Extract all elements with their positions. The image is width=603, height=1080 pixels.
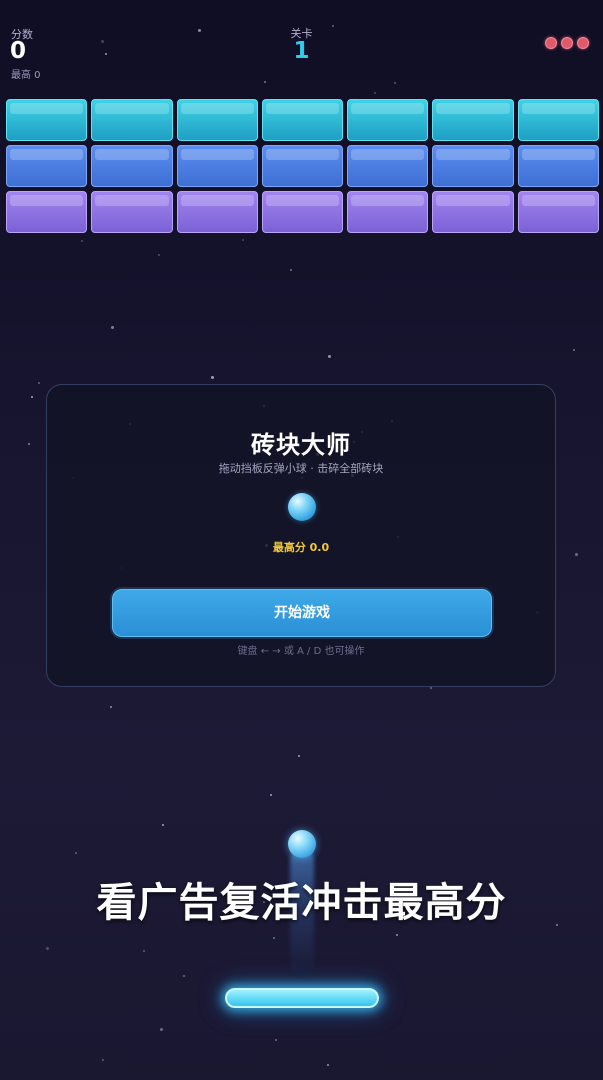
star [394,82,396,84]
star [430,687,432,689]
star [275,1039,277,1041]
brick-row [6,191,599,233]
brick [432,145,514,187]
brick-row [6,145,599,187]
star [374,92,376,94]
star [38,382,40,384]
start-dialog: 砖块大师 拖动挡板反弹小球 · 击碎全部砖块 最高分 0.0 开始游戏 键盘 ←… [46,384,556,687]
life-icon [577,37,589,49]
game-subtitle: 拖动挡板反弹小球 · 击碎全部砖块 [218,462,384,475]
paddle[interactable] [225,988,379,1008]
keyboard-hint: 键盘 ← → 或 A / D 也可操作 [237,646,365,657]
star [273,937,275,939]
star [211,376,214,379]
best-score-label: 最高 0 [11,70,41,81]
star [75,852,77,854]
star [31,396,33,398]
brick [347,145,429,187]
start-game-button[interactable]: 开始游戏 [112,589,492,637]
brick [432,191,514,233]
star [270,794,272,796]
brick [91,191,173,233]
brick [347,191,429,233]
star [158,254,160,256]
game-title: 砖块大师 [251,431,351,459]
lives-indicator [545,37,589,49]
star [143,950,145,952]
star [111,326,114,329]
star [81,240,83,242]
brick [261,191,344,233]
promo-banner: 看广告复活冲击最高分 [96,880,507,926]
brick [6,191,88,233]
ball-icon [288,493,316,521]
star [162,824,164,826]
game-ball [288,830,316,858]
brick [176,99,258,141]
brick [432,99,514,141]
star [110,706,112,708]
star [328,355,331,358]
brick [91,145,173,187]
star [242,239,244,241]
brick [176,191,258,233]
brick [261,99,344,141]
star [290,269,292,271]
star [102,1059,104,1061]
game-stage[interactable]: 分数 0 最高 0 关卡 1 砖块大师 拖动挡板反弹小球 · 击碎全部砖块 最高… [0,0,603,1080]
brick-row [6,99,599,141]
best-score-display: 最高分 0.0 [272,541,330,554]
star [183,975,185,977]
star [28,443,30,445]
star [264,81,266,83]
brick [347,99,429,141]
star [160,1028,163,1031]
star [298,755,300,757]
brick [517,99,599,141]
life-icon [561,37,573,49]
star [327,1064,329,1066]
brick [6,145,88,187]
brick [6,99,88,141]
brick [261,145,344,187]
brick [517,145,599,187]
star [575,553,578,556]
star [396,934,398,936]
level-value: 1 [293,38,310,64]
brick [517,191,599,233]
brick [176,145,258,187]
star [573,349,575,351]
star [46,947,49,950]
brick [91,99,173,141]
life-icon [545,37,557,49]
